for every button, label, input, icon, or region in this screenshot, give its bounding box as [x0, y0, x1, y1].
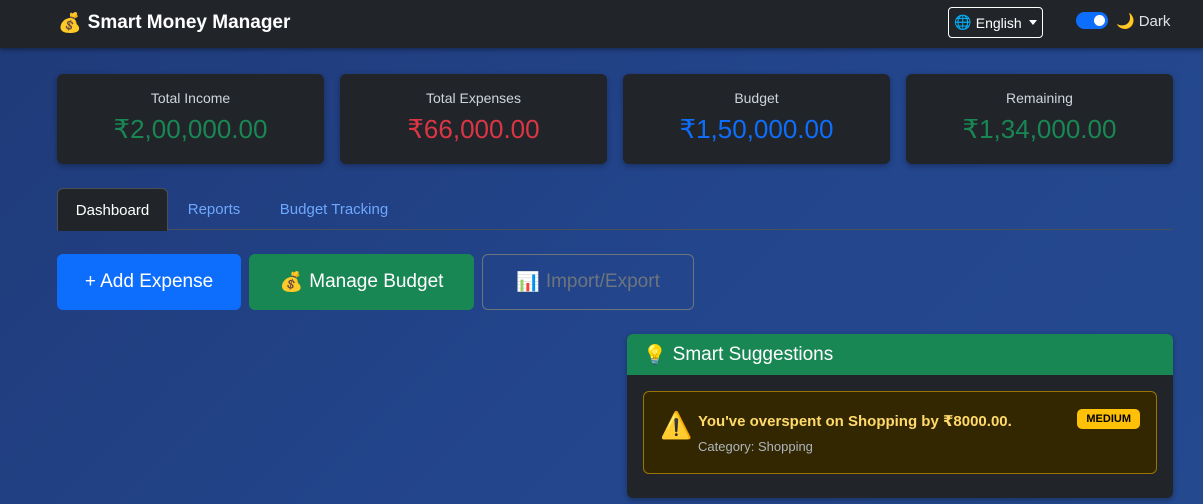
- lightbulb-icon: 💡: [643, 344, 667, 366]
- manage-budget-label: Manage Budget: [309, 271, 444, 292]
- theme-label: 🌙 Dark: [1116, 12, 1171, 31]
- import-export-label: Import/Export: [545, 271, 660, 292]
- language-label: English: [975, 14, 1022, 31]
- tab-reports[interactable]: Reports: [173, 188, 255, 230]
- tab-bar: Dashboard Reports Budget Tracking: [57, 188, 1173, 231]
- stat-card-remaining: Remaining ₹1,34,000.00: [906, 74, 1173, 164]
- add-expense-button[interactable]: + Add Expense: [57, 254, 241, 310]
- stat-value: ₹1,34,000.00: [962, 114, 1117, 144]
- theme-label-text: Dark: [1138, 12, 1171, 30]
- brand[interactable]: 💰 Smart Money Manager: [58, 11, 290, 35]
- stat-card-total-expenses: Total Expenses ₹66,000.00: [340, 74, 607, 164]
- stat-label: Total Expenses: [426, 90, 521, 106]
- money-bag-icon: 💰: [58, 13, 82, 34]
- stat-value: ₹66,000.00: [407, 114, 540, 144]
- manage-budget-button[interactable]: 💰 Manage Budget: [249, 254, 474, 310]
- money-bag-icon: 💰: [279, 272, 304, 293]
- stat-card-budget: Budget ₹1,50,000.00: [623, 74, 890, 164]
- stat-value: ₹1,50,000.00: [679, 114, 834, 144]
- stat-card-total-income: Total Income ₹2,00,000.00: [57, 74, 324, 164]
- globe-icon: 🌐: [954, 14, 972, 30]
- add-expense-label: + Add Expense: [84, 271, 214, 292]
- stat-value: ₹2,00,000.00: [113, 114, 268, 144]
- stat-label: Total Income: [150, 90, 231, 106]
- tab-budget-tracking[interactable]: Budget Tracking: [265, 188, 403, 230]
- tab-dashboard[interactable]: Dashboard: [57, 188, 168, 231]
- smart-suggestions-card: 💡 Smart Suggestions ⚠️ You've overspent …: [627, 334, 1173, 498]
- import-export-button[interactable]: 📊 Import/Export: [482, 254, 694, 310]
- stat-label: Remaining: [1006, 90, 1073, 106]
- bar-chart-icon: 📊: [516, 272, 540, 293]
- suggestion-message: You've overspent on Shopping by ₹8000.00…: [698, 413, 1012, 430]
- warning-icon: ⚠️: [660, 410, 693, 440]
- toggle-knob: [1094, 15, 1105, 26]
- stat-label: Budget: [734, 90, 779, 106]
- brand-title: Smart Money Manager: [87, 12, 291, 33]
- priority-badge: MEDIUM: [1077, 409, 1140, 429]
- smart-suggestions-header: 💡 Smart Suggestions: [627, 334, 1173, 375]
- suggestion-category: Category: Shopping: [698, 439, 813, 454]
- moon-icon: 🌙: [1116, 13, 1135, 30]
- navbar: 💰 Smart Money Manager 🌐 English 🌙 Dark: [0, 0, 1203, 48]
- theme-toggle[interactable]: [1076, 12, 1108, 29]
- caret-down-icon: [1028, 20, 1037, 25]
- language-dropdown[interactable]: 🌐 English: [948, 7, 1043, 38]
- smart-suggestions-title: Smart Suggestions: [672, 343, 834, 365]
- suggestion-alert: ⚠️ You've overspent on Shopping by ₹8000…: [643, 391, 1157, 474]
